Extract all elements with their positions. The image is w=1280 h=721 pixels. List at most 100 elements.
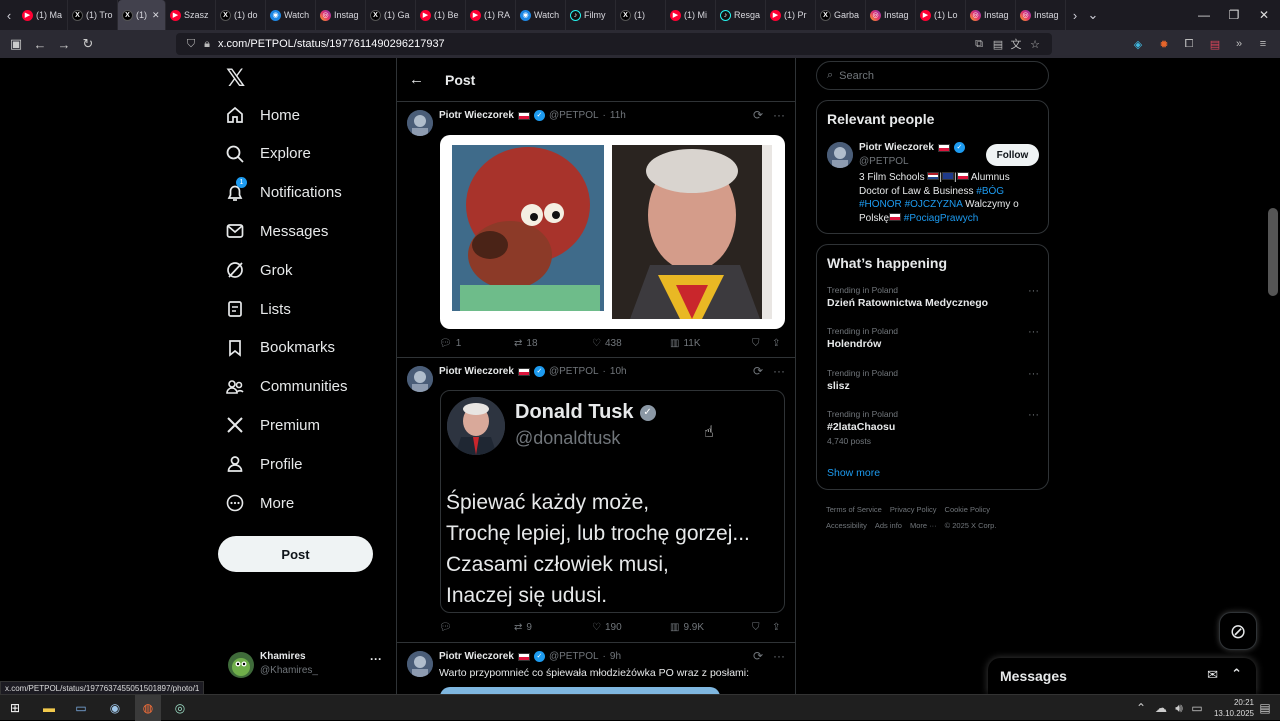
browser-tab[interactable]: ▶ (1) Lo [916,0,966,30]
messages-drawer[interactable]: Messages ✉ ⌃ [988,658,1256,694]
like-button[interactable]: ♡ 438 [592,338,670,349]
browser-tab[interactable]: ▶ (1) Mi [666,0,716,30]
views-button[interactable]: ▥ 9.9K [670,622,752,633]
trend-item[interactable]: Trending in Poland Holendrów ··· [827,326,1039,350]
browser-tab[interactable]: ◉ Watch [266,0,316,30]
trend-more-icon[interactable]: ··· [1028,285,1039,297]
bookmark-button[interactable]: ⛉ [752,622,772,633]
browser-tab[interactable]: X Garba [816,0,866,30]
trend-more-icon[interactable]: ··· [1028,368,1039,380]
tab-scroll-left-icon[interactable]: ‹ [0,0,18,30]
app-icon[interactable]: ◎ [167,695,193,721]
footer-link[interactable]: Accessibility [826,521,867,530]
tweet-author-name[interactable]: Piotr Wieczorek [439,651,514,662]
nav-communities[interactable]: Communities [224,367,348,407]
url-bar[interactable]: ⛉ 🔒︎ x.com/PETPOL/status/197761149029621… [176,33,1052,55]
nav-explore[interactable]: Explore [224,134,311,174]
list-all-tabs-icon[interactable]: ⌄ [1084,0,1102,30]
file-explorer-icon[interactable]: ▬ [36,695,62,721]
relevant-name[interactable]: Piotr Wieczorek [859,142,934,153]
browser-tab[interactable]: ◎ Instag [866,0,916,30]
footer-link[interactable]: © 2025 X Corp. [945,521,997,530]
back-icon[interactable]: ← [28,30,52,58]
page-scrollbar[interactable] [1268,208,1278,296]
tweet-time[interactable]: 10h [610,366,627,377]
tweet-author-name[interactable]: Piotr Wieczorek [439,366,514,377]
browser-tab[interactable]: ◉ Watch [516,0,566,30]
translate-icon[interactable]: 文 [1007,33,1025,55]
expand-drawer-icon[interactable]: ⌃ [1231,666,1242,682]
reload-icon[interactable]: ↻ [76,30,100,58]
tweet-author-handle[interactable]: @PETPOL [549,366,599,377]
browser-tab[interactable]: ◎ Instag [1016,0,1066,30]
lock-icon[interactable]: 🔒︎ [198,33,216,55]
browser-tab[interactable]: ♪ Resga [716,0,766,30]
trend-more-icon[interactable]: ··· [1028,409,1039,421]
browser-tab[interactable]: ▶ Szasz [166,0,216,30]
browser-tab[interactable]: ♪ Filmy [566,0,616,30]
views-button[interactable]: ▥ 11K [670,338,752,349]
grok-explain-icon[interactable]: ⟳ [753,364,763,378]
relevant-avatar[interactable] [827,142,853,168]
show-more-link[interactable]: Show more [827,467,880,479]
close-tab-icon[interactable]: ✕ [152,10,160,21]
tweet-avatar[interactable] [407,110,433,136]
x-logo-icon[interactable]: 𝕏 [226,64,245,93]
steam-icon[interactable]: ◉ [102,695,128,721]
taskbar-clock[interactable]: 20:21 13.10.2025 [1214,697,1254,719]
tweet-2[interactable]: Piotr Wieczorek ✓ @PETPOL · 10h ⟳ ··· Don… [397,358,795,643]
tweet-avatar[interactable] [407,366,433,392]
repost-button[interactable]: ⇄ 18 [514,338,592,349]
bookmark-star-icon[interactable]: ☆ [1026,33,1044,55]
hashtag-link[interactable]: #BÓG [976,186,1004,197]
tweet-author-handle[interactable]: @PETPOL [549,651,599,662]
nav-home[interactable]: Home [224,95,300,135]
firefox-icon[interactable]: ◍ [135,695,161,721]
notifications-center-icon[interactable]: ▤ [1252,695,1278,721]
tweet-author-name[interactable]: Piotr Wieczorek [439,110,514,121]
extension-shield-icon[interactable]: ◈ [1129,33,1147,55]
browser-tab[interactable]: ◎ Instag [966,0,1016,30]
repost-button[interactable]: ⇄ 9 [514,622,592,633]
tweet-3[interactable]: Piotr Wieczorek ✓ @PETPOL · 9h ⟳ ··· Wart… [397,643,795,694]
like-button[interactable]: ♡ 190 [592,622,670,633]
reader-view-icon[interactable]: ▤ [989,33,1007,55]
new-message-icon[interactable]: ✉ [1207,667,1218,683]
hashtag-link[interactable]: #PociagPrawych [904,213,978,224]
hashtag-link[interactable]: #HONOR [859,199,902,210]
browser-tab[interactable]: X (1) do [216,0,266,30]
relevant-handle[interactable]: @PETPOL [859,156,909,167]
share-button[interactable]: ⇪ [772,622,780,633]
nav-notifications[interactable]: 1 Notifications [224,173,342,213]
close-window-icon[interactable]: ✕ [1248,0,1280,30]
reply-button[interactable]: 💬︎ 1 [439,338,514,349]
browser-tab[interactable]: ▶ (1) Ma [18,0,68,30]
extensions-icon[interactable]: ⧠ [1180,33,1198,55]
trend-more-icon[interactable]: ··· [1028,326,1039,338]
back-arrow-icon[interactable]: ← [409,71,445,88]
trend-item[interactable]: Trending in Poland #2lataChaosu 4,740 post… [827,409,1039,446]
hashtag-link[interactable]: #OJCZYZNA [905,199,963,210]
account-more-icon[interactable]: ··· [370,652,382,666]
follow-button[interactable]: Follow [986,144,1039,166]
footer-link[interactable]: Ads info [875,521,902,530]
tweet-more-icon[interactable]: ··· [773,364,785,378]
tweet-time[interactable]: 11h [610,110,626,121]
nav-profile[interactable]: Profile [224,444,303,484]
footer-link[interactable]: Privacy Policy [890,505,937,514]
start-icon[interactable]: ⊞ [2,695,28,721]
nav-lists[interactable]: Lists [224,289,291,329]
reply-button[interactable]: 💬︎ [439,622,514,633]
sidebar-toggle-icon[interactable]: ▣ [4,30,28,58]
screenshot-icon[interactable]: ⧉ [970,33,988,55]
tweet-author-handle[interactable]: @PETPOL [549,110,599,121]
tweet-media-image[interactable]: Donald Tusk ✓ @donaldtusk Śpiewać każdy … [440,390,785,613]
browser-tab[interactable]: ▶ (1) Be [416,0,466,30]
extension-badge-icon[interactable]: ▤ [1206,33,1224,55]
overflow-menu-icon[interactable]: » [1230,33,1248,55]
network-icon[interactable]: ▭ [1184,695,1210,721]
footer-link[interactable]: Cookie Policy [945,505,990,514]
tweet-more-icon[interactable]: ··· [773,649,785,663]
tweet-media-image[interactable] [440,687,720,694]
search-input[interactable]: ⌕ Search [816,61,1049,90]
